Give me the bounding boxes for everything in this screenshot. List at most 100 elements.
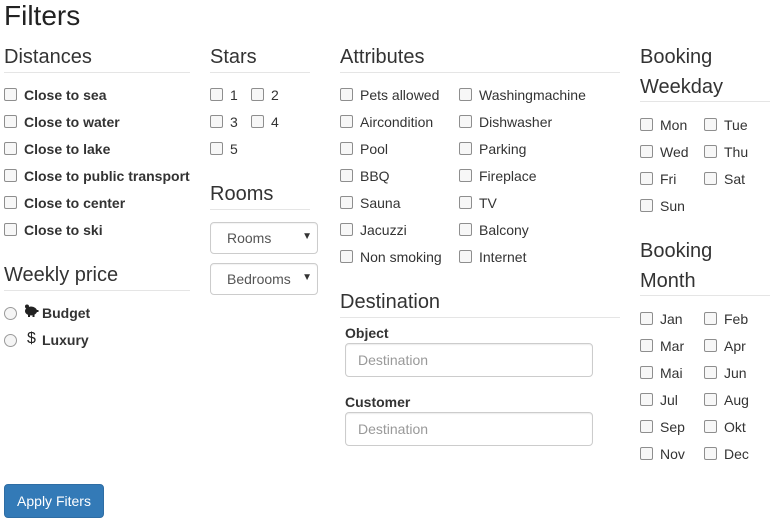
attr-tv-label: TV [479,195,497,211]
month-jan-checkbox[interactable] [640,312,653,325]
page-title: Filters [4,0,81,31]
attr-dishwasher-checkbox[interactable] [459,115,472,128]
attributes-title: Attributes [340,46,425,68]
distances-title: Distances [4,46,92,68]
attr-bbq-label: BBQ [360,168,390,184]
attr-non-smoking-label: Non smoking [360,249,442,265]
month-okt-checkbox[interactable] [704,420,717,433]
month-nov-label: Nov [660,446,685,462]
weekday-wed-checkbox[interactable] [640,145,653,158]
attr-aircondition-checkbox[interactable] [340,115,353,128]
distances-divider [4,72,190,73]
distance-close-to-public-transport-checkbox[interactable] [4,169,17,182]
star-1-checkbox[interactable] [210,88,223,101]
weekly-price-title: Weekly price [4,264,119,286]
bedrooms-select[interactable]: Bedrooms ▼ [210,263,318,295]
budget-radio[interactable] [4,307,17,320]
attr-sauna-label: Sauna [360,195,401,211]
distance-close-to-ski-label: Close to ski [24,222,103,238]
booking-month-title-line1: Booking [640,240,713,262]
rooms-select[interactable]: Rooms ▼ [210,222,318,254]
month-jan-label: Jan [660,311,683,327]
month-nov-checkbox[interactable] [640,447,653,460]
attr-pool-label: Pool [360,141,389,157]
month-feb-label: Feb [724,311,749,327]
attr-pets-allowed-label: Pets allowed [360,87,440,103]
attr-washingmachine-label: Washingmachine [479,87,586,103]
star-5-checkbox[interactable] [210,142,223,155]
weekday-thu-checkbox[interactable] [704,145,717,158]
attr-pool-checkbox[interactable] [340,142,353,155]
destination-divider [340,317,620,318]
month-mai-checkbox[interactable] [640,366,653,379]
month-dec-label: Dec [724,446,749,462]
weekday-sun-checkbox[interactable] [640,199,653,212]
month-sep-label: Sep [660,419,685,435]
attr-sauna-checkbox[interactable] [340,196,353,209]
star-3-checkbox[interactable] [210,115,223,128]
distance-close-to-ski-checkbox[interactable] [4,223,17,236]
weekday-sat-checkbox[interactable] [704,172,717,185]
month-mai-label: Mai [660,365,683,381]
weekday-sun-label: Sun [660,198,685,214]
distance-close-to-lake-checkbox[interactable] [4,142,17,155]
star-5-label: 5 [230,141,238,157]
weekday-fri-checkbox[interactable] [640,172,653,185]
distance-close-to-sea-label: Close to sea [24,87,107,103]
attr-balcony-checkbox[interactable] [459,223,472,236]
month-feb-checkbox[interactable] [704,312,717,325]
distance-close-to-lake-label: Close to lake [24,141,111,157]
weekday-mon-checkbox[interactable] [640,118,653,131]
weekday-mon-label: Mon [660,117,688,133]
weekday-sat-label: Sat [724,171,746,187]
booking-weekday-divider [640,101,770,102]
object-destination-input[interactable] [345,343,593,377]
attr-fireplace-checkbox[interactable] [459,169,472,182]
star-2-checkbox[interactable] [251,88,264,101]
attr-washingmachine-checkbox[interactable] [459,88,472,101]
month-mar-checkbox[interactable] [640,339,653,352]
distance-close-to-sea-checkbox[interactable] [4,88,17,101]
attr-jacuzzi-checkbox[interactable] [340,223,353,236]
booking-weekday-title-line1: Booking [640,46,713,68]
distance-close-to-water-label: Close to water [24,114,120,130]
attr-fireplace-label: Fireplace [479,168,537,184]
month-dec-checkbox[interactable] [704,447,717,460]
customer-label: Customer [345,394,411,410]
customer-destination-input[interactable] [345,412,593,446]
caret-down-icon: ▼ [302,272,312,283]
attr-bbq-checkbox[interactable] [340,169,353,182]
attr-internet-checkbox[interactable] [459,250,472,263]
star-4-checkbox[interactable] [251,115,264,128]
month-mar-label: Mar [660,338,685,354]
month-aug-checkbox[interactable] [704,393,717,406]
booking-weekday-title-line2: Weekday [640,76,724,98]
month-jul-checkbox[interactable] [640,393,653,406]
attributes-divider [340,72,620,73]
weekday-thu-label: Thu [724,144,749,160]
booking-month-title-line2: Month [640,270,696,292]
budget-label: Budget [42,305,91,321]
apply-filters-button[interactable]: Apply Fiters [4,484,104,518]
rooms-title: Rooms [210,183,274,205]
month-sep-checkbox[interactable] [640,420,653,433]
rooms-divider [210,209,310,210]
luxury-radio[interactable] [4,334,17,347]
month-okt-label: Okt [724,419,746,435]
attr-non-smoking-checkbox[interactable] [340,250,353,263]
distance-close-to-center-checkbox[interactable] [4,196,17,209]
star-4-label: 4 [271,114,279,130]
distance-close-to-water-checkbox[interactable] [4,115,17,128]
weekday-tue-checkbox[interactable] [704,118,717,131]
destination-title: Destination [340,291,441,313]
attr-pets-allowed-checkbox[interactable] [340,88,353,101]
attr-dishwasher-label: Dishwasher [479,114,553,130]
attr-tv-checkbox[interactable] [459,196,472,209]
attr-parking-checkbox[interactable] [459,142,472,155]
weekday-tue-label: Tue [724,117,748,133]
month-apr-label: Apr [724,338,746,354]
piggy-bank-icon [23,303,39,321]
month-jun-checkbox[interactable] [704,366,717,379]
object-label: Object [345,325,389,341]
month-apr-checkbox[interactable] [704,339,717,352]
